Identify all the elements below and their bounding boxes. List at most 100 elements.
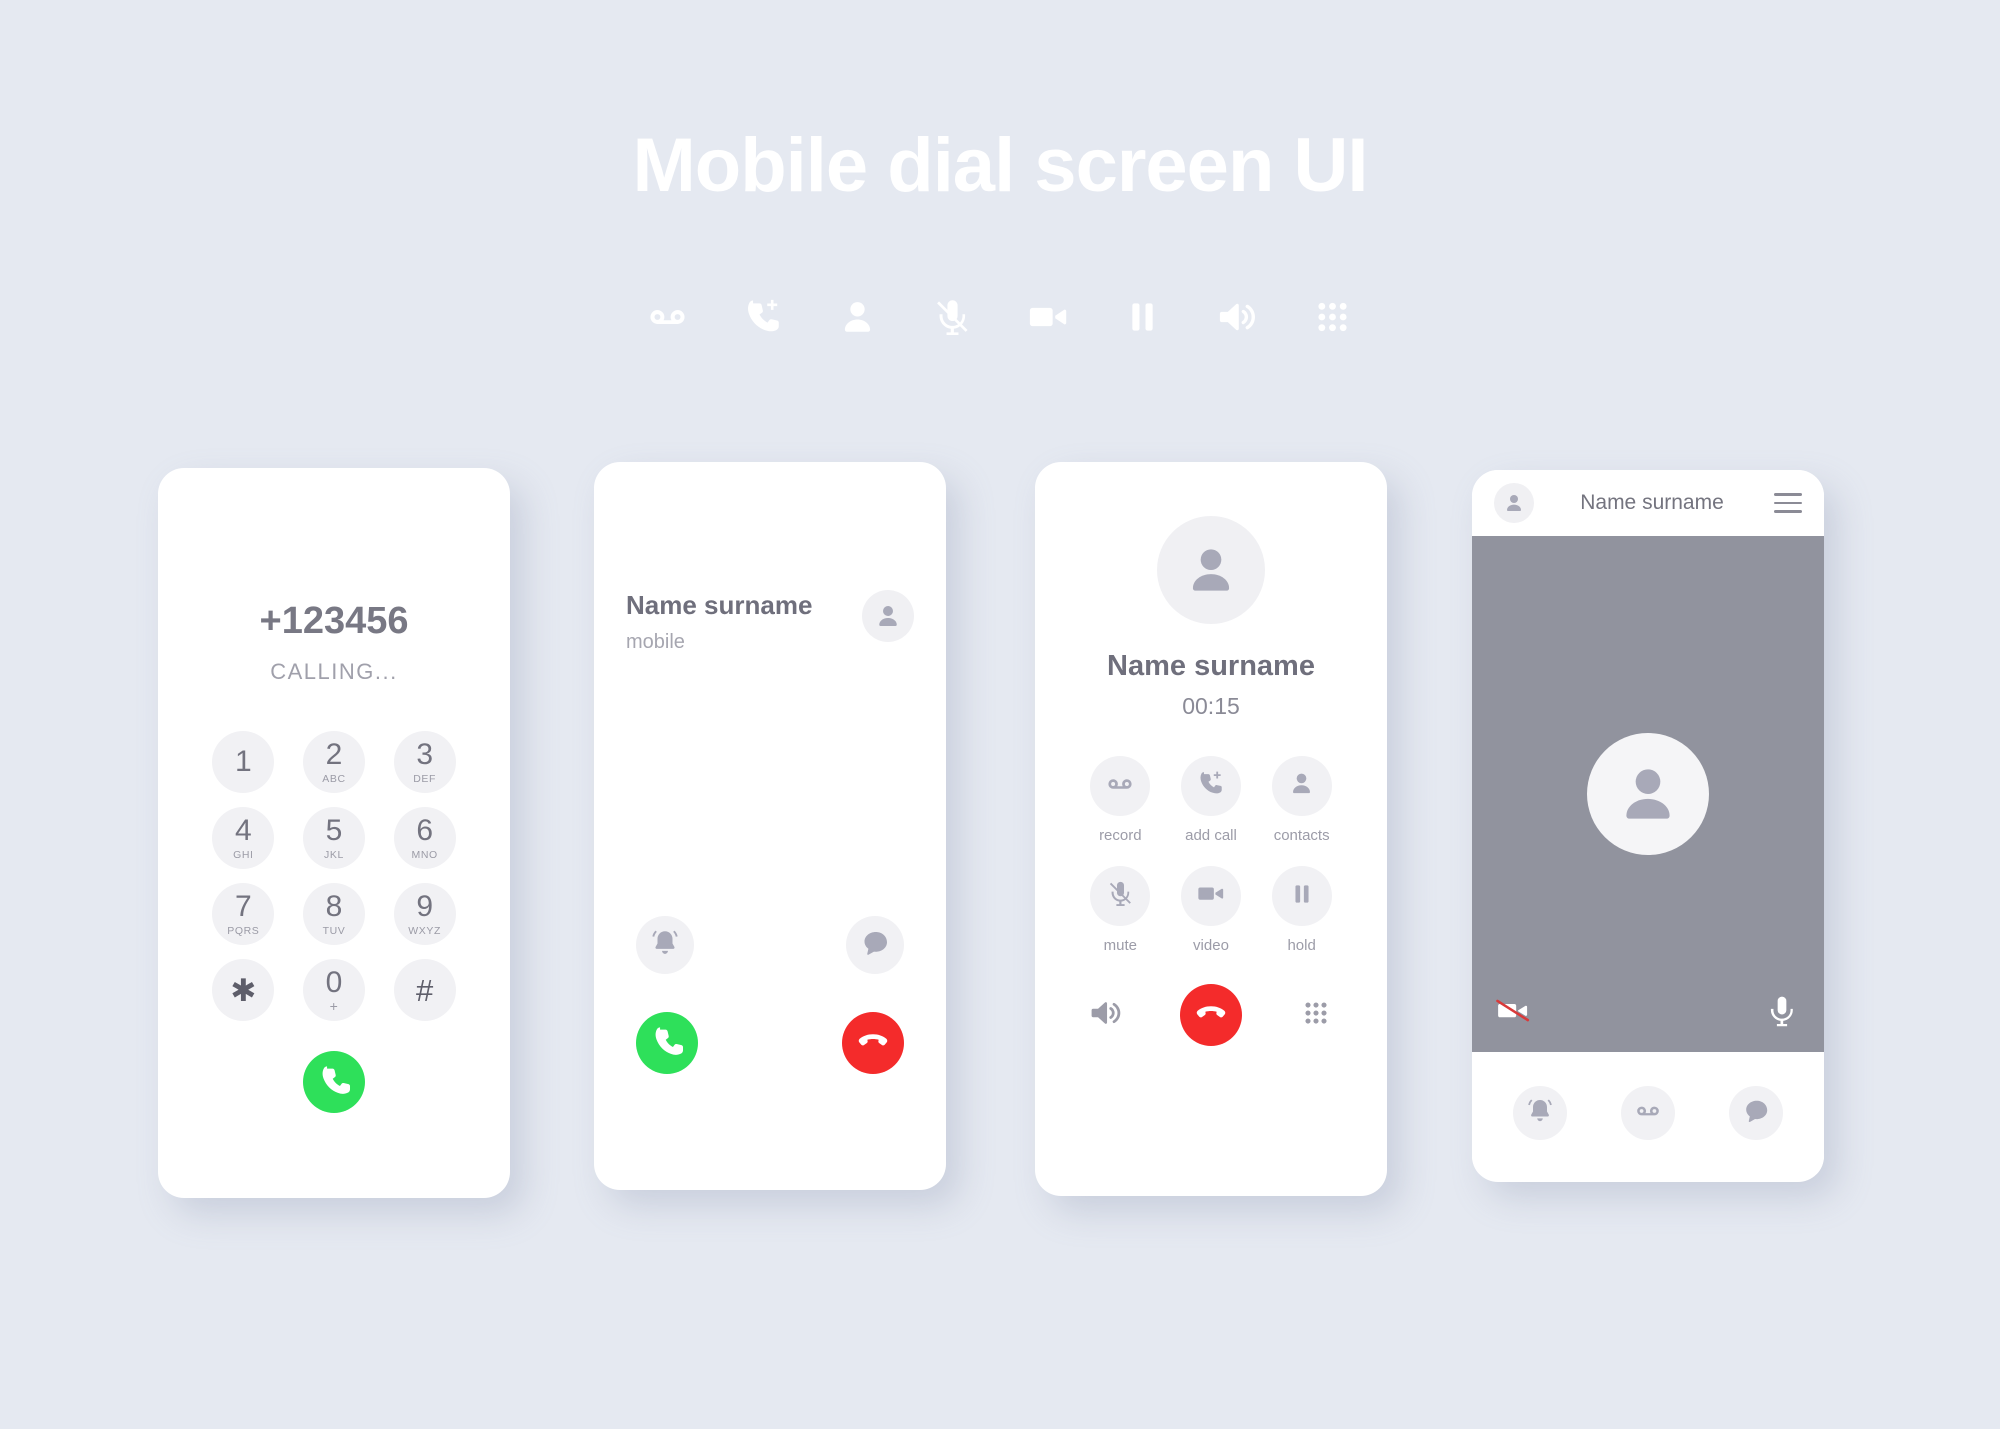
phone-handset-icon: [317, 1063, 351, 1102]
action-hold[interactable]: hold: [1271, 866, 1332, 954]
person-icon: [1192, 549, 1230, 591]
keypad-key-7[interactable]: 7 PQRS: [212, 883, 275, 945]
keypad-key-6[interactable]: 6 MNO: [393, 807, 456, 869]
person-icon: [879, 606, 897, 626]
mute-icon: [930, 294, 976, 340]
action-video[interactable]: video: [1180, 866, 1241, 954]
incoming-options-row: [594, 916, 946, 975]
key-letters: GHI: [233, 848, 254, 861]
voicemail-button[interactable]: [1621, 1086, 1675, 1140]
action-label: record: [1099, 827, 1142, 844]
voicemail-icon: [645, 294, 691, 340]
action-contacts[interactable]: contacts: [1271, 756, 1332, 844]
add-call-icon: [1196, 769, 1225, 803]
key-letters: TUV: [322, 924, 346, 937]
ringer-button[interactable]: [1513, 1086, 1567, 1140]
caller-info: Name surname mobile: [594, 462, 946, 654]
key-digit: 8: [325, 889, 343, 923]
video-icon: [1025, 294, 1071, 340]
end-call-button[interactable]: [1180, 984, 1242, 1046]
speaker-icon: [1088, 995, 1124, 1036]
contacts-icon: [835, 294, 881, 340]
key-letters: +: [329, 997, 339, 1014]
add-call-icon: [740, 294, 786, 340]
video-icon: [1195, 878, 1226, 914]
mute-button[interactable]: [1090, 866, 1151, 926]
keypad-key-2[interactable]: 2 ABC: [302, 731, 365, 793]
speaker-button[interactable]: [1083, 992, 1129, 1038]
keypad-key-9[interactable]: 9 WXYZ: [393, 883, 456, 945]
key-digit: 3: [416, 737, 433, 771]
video-feed: [1472, 536, 1824, 1052]
key-digit: 2: [325, 737, 343, 771]
message-button[interactable]: [1729, 1086, 1783, 1140]
hold-icon: [1120, 294, 1166, 340]
key-digit: 4: [234, 813, 252, 847]
keypad-key-1[interactable]: 1: [212, 731, 275, 793]
menu-button[interactable]: [1774, 493, 1802, 513]
remote-participant-avatar: [1587, 733, 1709, 855]
key-digit: 5: [325, 813, 343, 847]
key-letters: JKL: [324, 848, 344, 861]
action-label: hold: [1287, 937, 1316, 954]
call-button[interactable]: [303, 1051, 365, 1113]
keypad-key-5[interactable]: 5 JKL: [302, 807, 365, 869]
incoming-answer-row: [594, 1012, 946, 1075]
person-icon: [1626, 769, 1670, 819]
decline-call-button[interactable]: [842, 1012, 904, 1075]
keypad-key-star[interactable]: ✱: [212, 959, 275, 1021]
key-digit: #: [416, 972, 434, 1008]
key-letters: WXYZ: [408, 924, 442, 937]
action-label: video: [1193, 937, 1229, 954]
keypad-key-8[interactable]: 8 TUV: [302, 883, 365, 945]
key-digit: 0: [325, 965, 343, 999]
answer-call-button[interactable]: [636, 1012, 698, 1075]
screen-in-call: Name surname 00:15 record add call conta…: [1035, 462, 1387, 1196]
keypad-icon: [1310, 294, 1356, 340]
action-record[interactable]: record: [1090, 756, 1151, 844]
contacts-icon: [1287, 769, 1316, 803]
avatar: [1157, 516, 1265, 624]
screen-dialing: +123456 CALLING... 1 2 ABC 3 DEF 4 GHI 5…: [158, 468, 510, 1198]
add-call-button[interactable]: [1180, 756, 1241, 816]
page-title: Mobile dial screen UI: [632, 123, 1369, 208]
callee-avatar-wrap: [1035, 516, 1387, 624]
hamburger-line: [1774, 510, 1802, 513]
screen-incoming-call: Name surname mobile: [594, 462, 946, 1190]
screen-video-call: Name surname: [1472, 470, 1824, 1182]
phone-hangup-icon: [1194, 996, 1228, 1035]
icon-strip: [645, 294, 1356, 340]
caller-line-type: mobile: [626, 631, 685, 654]
phone-handset-icon: [650, 1024, 684, 1063]
video-call-title: Name surname: [1580, 491, 1724, 514]
hamburger-line: [1774, 501, 1802, 505]
message-bubble-icon: [1742, 1097, 1770, 1130]
record-button[interactable]: [1090, 756, 1151, 816]
action-label: contacts: [1273, 827, 1330, 844]
keypad-key-hash[interactable]: #: [393, 959, 456, 1021]
action-mute[interactable]: mute: [1090, 866, 1151, 954]
keypad-key-4[interactable]: 4 GHI: [212, 807, 275, 869]
action-add-call[interactable]: add call: [1180, 756, 1241, 844]
key-letters: DEF: [413, 772, 437, 785]
video-call-header: Name surname: [1472, 470, 1824, 536]
avatar: [1494, 483, 1534, 523]
microphone-button[interactable]: [1764, 993, 1800, 1034]
call-status-text: CALLING...: [270, 659, 398, 684]
caller-text-block: Name surname mobile: [626, 590, 812, 654]
speaker-icon: [1215, 294, 1261, 340]
call-timer: 00:15: [1182, 693, 1240, 719]
message-button[interactable]: [846, 916, 904, 975]
hold-button[interactable]: [1271, 866, 1332, 926]
phone-hangup-icon: [856, 1024, 890, 1063]
video-button[interactable]: [1180, 866, 1241, 926]
keypad-button[interactable]: [1293, 992, 1339, 1038]
keypad-key-3[interactable]: 3 DEF: [393, 731, 456, 793]
keypad-key-0[interactable]: 0 +: [302, 959, 365, 1021]
ringer-button[interactable]: [636, 916, 694, 975]
keypad-icon: [1301, 998, 1331, 1033]
video-off-button[interactable]: [1494, 991, 1532, 1034]
in-call-bottom-row: [1035, 984, 1387, 1046]
contacts-button[interactable]: [1271, 756, 1332, 816]
key-digit: ✱: [230, 972, 257, 1008]
